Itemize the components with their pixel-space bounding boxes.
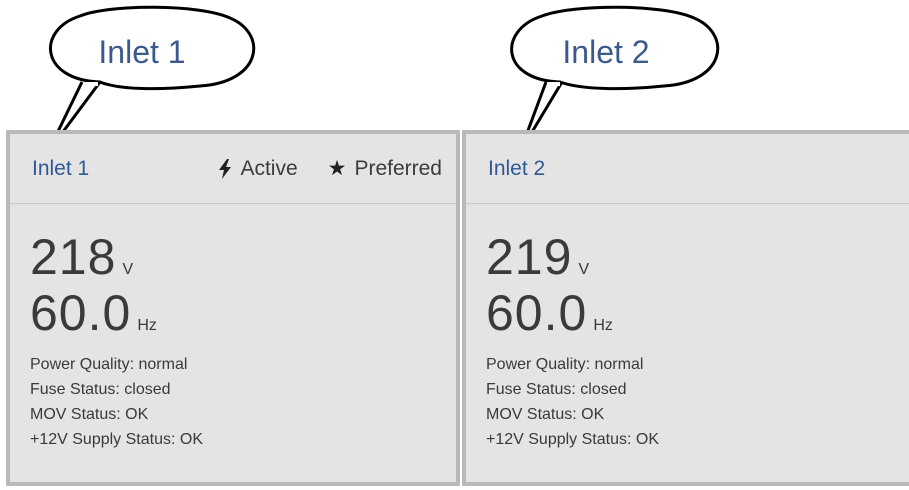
voltage-unit: V bbox=[122, 261, 134, 278]
frequency-value: 60.0 bbox=[486, 285, 588, 341]
voltage-value: 218 bbox=[30, 229, 117, 285]
voltage-reading: 218 V bbox=[30, 228, 456, 285]
inlet-1-panel: Inlet 1 Active ★ Preferred 218 V 60.0 Hz bbox=[6, 130, 460, 486]
frequency-unit: Hz bbox=[137, 317, 157, 334]
inlet-2-name-link[interactable]: Inlet 2 bbox=[488, 157, 545, 181]
frequency-value: 60.0 bbox=[30, 285, 132, 341]
inlet-1-name-link[interactable]: Inlet 1 bbox=[32, 157, 89, 181]
inlet-2-body: 219 V 60.0 Hz Power Quality: normal Fuse… bbox=[466, 204, 909, 452]
preferred-label: Preferred bbox=[354, 156, 442, 180]
inlet-1-header: Inlet 1 Active ★ Preferred bbox=[10, 134, 456, 204]
active-badge: Active bbox=[218, 156, 298, 181]
mov-status: MOV Status: OK bbox=[30, 406, 149, 423]
callout-2-label: Inlet 2 bbox=[562, 34, 650, 70]
bolt-icon bbox=[218, 158, 232, 179]
voltage-unit: V bbox=[578, 261, 590, 278]
star-icon: ★ bbox=[327, 157, 347, 180]
fuse-status: Fuse Status: closed bbox=[30, 381, 171, 398]
inlet-2-header: Inlet 2 bbox=[466, 134, 909, 204]
status-list: Power Quality: normal Fuse Status: close… bbox=[486, 352, 909, 452]
supply-status: +12V Supply Status: OK bbox=[30, 431, 203, 448]
frequency-unit: Hz bbox=[593, 317, 613, 334]
inlet-overview: Inlet 1 Inlet 2 Inlet 1 Active ★ Preferr… bbox=[0, 0, 909, 490]
status-list: Power Quality: normal Fuse Status: close… bbox=[30, 352, 456, 452]
frequency-reading: 60.0 Hz bbox=[486, 284, 909, 341]
voltage-reading: 219 V bbox=[486, 228, 909, 285]
inlet-2-panel: Inlet 2 219 V 60.0 Hz Power Quality: nor… bbox=[462, 130, 909, 486]
fuse-status: Fuse Status: closed bbox=[486, 381, 627, 398]
supply-status: +12V Supply Status: OK bbox=[486, 431, 659, 448]
mov-status: MOV Status: OK bbox=[486, 406, 605, 423]
voltage-value: 219 bbox=[486, 229, 573, 285]
active-label: Active bbox=[240, 156, 298, 180]
power-quality-status: Power Quality: normal bbox=[30, 356, 188, 373]
preferred-badge: ★ Preferred bbox=[328, 156, 442, 181]
frequency-reading: 60.0 Hz bbox=[30, 284, 456, 341]
callout-1-label: Inlet 1 bbox=[98, 34, 186, 70]
power-quality-status: Power Quality: normal bbox=[486, 356, 644, 373]
inlet-1-body: 218 V 60.0 Hz Power Quality: normal Fuse… bbox=[10, 204, 456, 452]
